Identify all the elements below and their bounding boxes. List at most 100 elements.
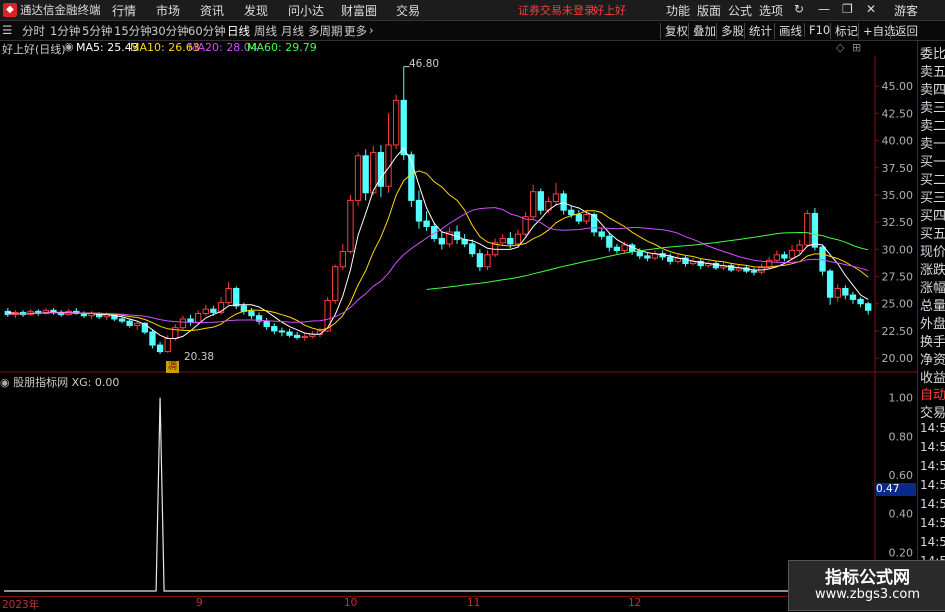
overlay-button[interactable]: 叠加 (688, 23, 716, 39)
period-tab-weekly[interactable]: 周线 (254, 23, 277, 39)
candle (781, 251, 788, 262)
draw-line-button[interactable]: 画线 (774, 23, 802, 39)
restore-icon[interactable]: ❐ (842, 2, 853, 16)
low-marker-badge: 凋 (166, 361, 179, 373)
multi-stock-button[interactable]: 多股 (716, 23, 744, 39)
candle (179, 315, 187, 330)
candle (377, 144, 385, 198)
candle (80, 311, 88, 318)
menu-item-quotes[interactable]: 行情 (112, 2, 136, 19)
sub-axis-label: 0.20 (889, 546, 914, 559)
quote-field-label: 委比 (920, 47, 945, 62)
xg-signal-line (4, 397, 872, 592)
minimize-icon[interactable]: — (818, 2, 830, 16)
price-axis-label: 35.00 (882, 189, 914, 202)
period-tab-60min[interactable]: 60分钟 (188, 23, 226, 39)
menu-bar: ◆ 通达信金融终端 行情 市场 资讯 发现 问小达 财富圈 交易 证券交易未登录… (0, 0, 945, 21)
adjust-button[interactable]: 复权 (660, 23, 688, 39)
quote-field-label: 买三 (920, 191, 945, 206)
candle (354, 152, 362, 206)
f10-button[interactable]: F10 (804, 23, 830, 37)
period-tab-more[interactable]: 更多 (344, 23, 367, 39)
tick-time: 14:56 (920, 478, 945, 492)
menu-item-layout[interactable]: 版面 (697, 2, 721, 19)
candle (461, 234, 468, 248)
candle (27, 309, 34, 316)
price-axis-label: 45.00 (882, 80, 914, 93)
chart-area[interactable]: 45.00 42.50 40.00 37.50 35.00 32.50 30.00 27.50… (0, 56, 917, 596)
candle (392, 94, 400, 150)
period-tab-multi[interactable]: 多周期 (308, 23, 343, 39)
candle (537, 188, 544, 215)
candle (750, 267, 758, 276)
tick-time: 14:56 (920, 516, 945, 530)
candle (57, 310, 65, 317)
period-tab-1min[interactable]: 1分钟 (50, 23, 80, 39)
quote-field-label: 卖五 (920, 65, 945, 80)
period-tab-30min[interactable]: 30分钟 (151, 23, 189, 39)
candle (73, 308, 80, 315)
refresh-icon[interactable]: ↻ (794, 2, 804, 16)
stats-button[interactable]: 统计 (744, 23, 772, 39)
quote-field-label: 买二 (920, 173, 945, 188)
candle (644, 252, 651, 262)
period-tab-5min[interactable]: 5分钟 (82, 23, 112, 39)
menu-item-options[interactable]: 选项 (759, 2, 783, 19)
price-axis-label: 25.00 (882, 298, 914, 311)
settings-icon[interactable]: ◉ (0, 376, 13, 389)
candle (35, 309, 42, 316)
right-quote-panel: 委比 卖五 卖四 卖三 卖二 卖一 买一 买二 买三 买四 买五 现价 涨跌 涨幅 总量 外盘 换手 净资 收益 自动… (917, 41, 945, 606)
menu-item-function[interactable]: 功能 (666, 2, 690, 19)
quote-field-label: 卖二 (920, 119, 945, 134)
price-axis-label: 42.50 (882, 107, 914, 120)
candle (552, 183, 560, 206)
menu-item-trade[interactable]: 交易 (396, 2, 420, 19)
login-alert[interactable]: 证券交易未登录 (518, 2, 595, 18)
menu-item-news[interactable]: 资讯 (200, 2, 224, 19)
ma60-value: MA60: 29.79 (247, 41, 317, 54)
menu-item-market[interactable]: 市场 (156, 2, 180, 19)
low-price-label: 20.38 (184, 351, 215, 363)
back-button[interactable]: 返回 (890, 23, 918, 39)
watermark-url: www.zbgs3.com (814, 587, 921, 602)
menu-item-ask[interactable]: 问小达 (288, 2, 324, 19)
candle (225, 281, 232, 305)
sub-current-value: 0.47 (876, 483, 916, 496)
diamond-icon[interactable]: ◇ (836, 41, 844, 54)
period-tab-monthly[interactable]: 月线 (281, 23, 304, 39)
tick-time: 14:56 (920, 421, 945, 435)
quote-field-label: 总量 (920, 299, 945, 314)
menu-item-wealth[interactable]: 财富圈 (341, 2, 377, 19)
candle (613, 243, 621, 254)
menu-item-formula[interactable]: 公式 (728, 2, 752, 19)
expand-icon[interactable]: ⊞ (852, 41, 861, 54)
chevron-right-icon[interactable]: › (369, 23, 374, 37)
watermark-title: 指标公式网 (825, 568, 910, 588)
period-tab-intraday[interactable]: 分时 (22, 23, 45, 39)
quote-field-label: 净资 (920, 353, 945, 368)
quote-field-label: 买五 (920, 227, 945, 242)
menu-item-discover[interactable]: 发现 (244, 2, 268, 19)
candle (438, 231, 445, 250)
app-title: 通达信金融终端 (20, 3, 101, 17)
candle (849, 291, 857, 304)
x-tick-oct: 10 (344, 597, 358, 609)
candle (727, 263, 735, 273)
candle (530, 185, 537, 219)
period-tab-daily[interactable]: 日线 (227, 23, 250, 39)
mark-button[interactable]: 标记 (830, 23, 858, 39)
close-icon[interactable]: ✕ (866, 2, 876, 16)
toolbar-menu-icon[interactable]: ☰ (2, 23, 12, 37)
candle (522, 212, 529, 237)
candle (339, 243, 346, 271)
auto-trade-toggle[interactable]: 自动 (920, 384, 945, 403)
candle (598, 227, 605, 240)
candle (156, 341, 164, 354)
watermark: 指标公式网 www.zbgs3.com (788, 560, 945, 611)
candle (400, 66, 407, 161)
candle (857, 297, 864, 307)
settings-icon[interactable]: ◉ (64, 40, 74, 53)
guest-label[interactable]: 游客 (894, 2, 918, 19)
period-tab-15min[interactable]: 15分钟 (114, 23, 152, 39)
candle (408, 151, 415, 207)
